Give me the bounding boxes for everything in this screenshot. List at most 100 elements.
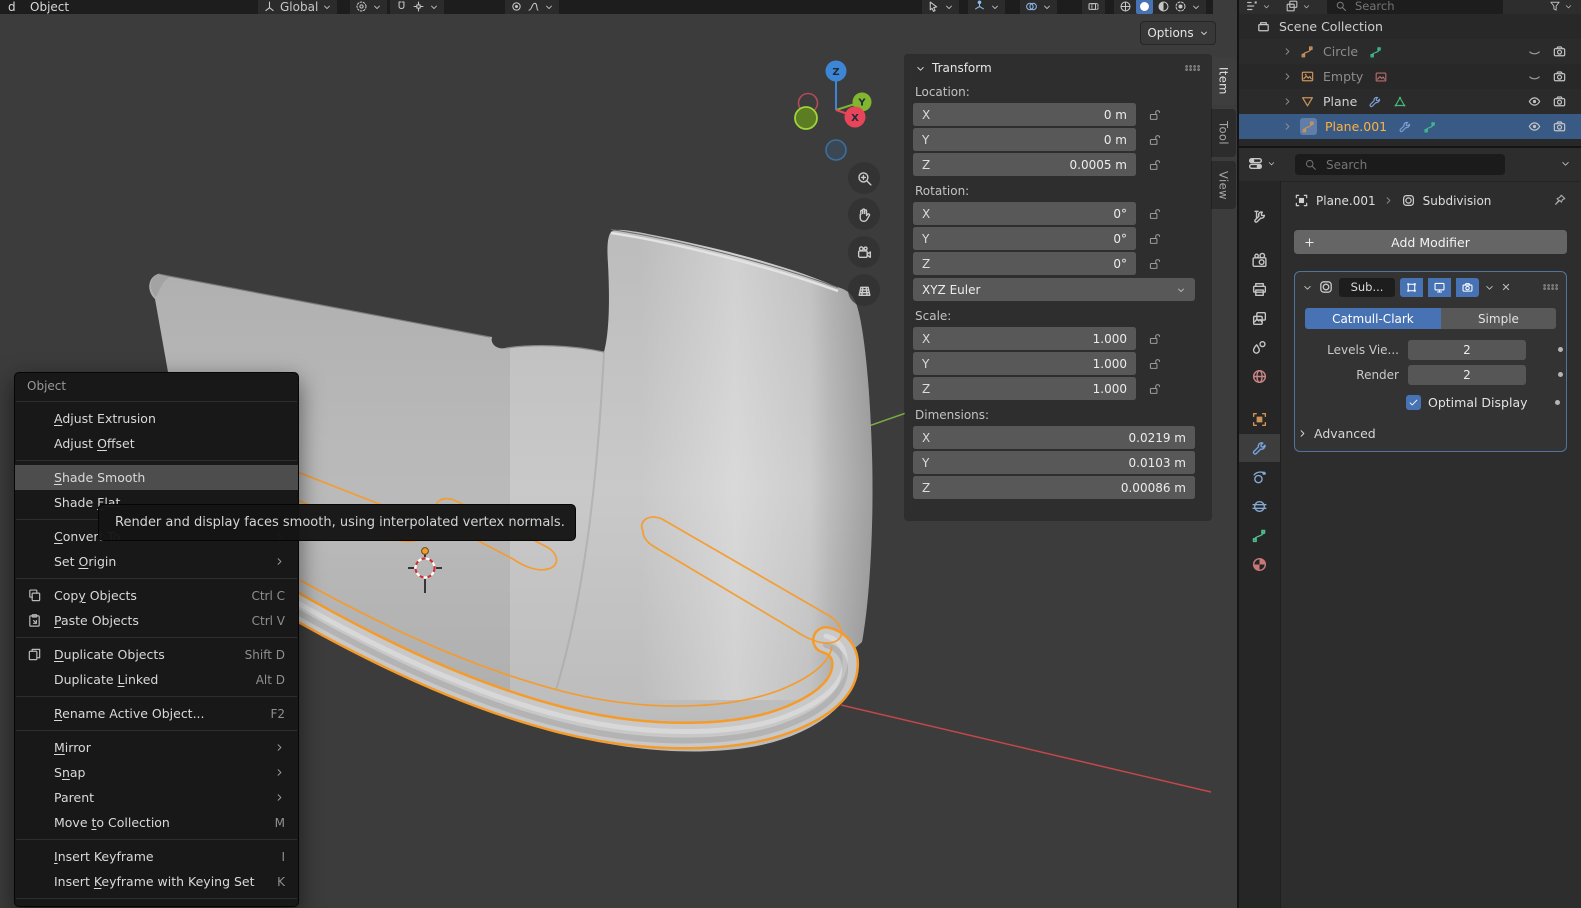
menu-item-paste-objects[interactable]: Paste ObjectsCtrl V [15,608,298,633]
transform-orientation-dropdown[interactable]: Global [258,0,337,14]
show-viewport-toggle[interactable] [1527,94,1542,109]
rendered-shading-icon[interactable] [1174,0,1187,13]
add-modifier-button[interactable]: Add Modifier [1294,230,1567,254]
properties-tab-physics[interactable] [1239,463,1280,491]
lock-toggle[interactable] [1148,332,1161,345]
sidebar-tab-tool[interactable]: Tool [1211,109,1236,157]
advanced-section-toggle[interactable]: Advanced [1297,426,1566,441]
menu-item-shade-smooth[interactable]: Shade Smooth [15,465,298,490]
outliner-search[interactable] [1327,0,1503,14]
show-overlays-dropdown[interactable] [1020,0,1057,14]
menu-item-mirror[interactable]: Mirror [15,735,298,760]
menu-item-insert-keyframe-with-keying-set[interactable]: Insert Keyframe with Keying SetK [15,869,298,894]
menu-item-rename-active-object[interactable]: Rename Active Object...F2 [15,701,298,726]
properties-tab-modifiers[interactable] [1239,434,1280,462]
disable-render-toggle[interactable] [1552,119,1567,134]
pin-icon[interactable] [1553,193,1567,207]
panel-drag-dots-icon[interactable] [1185,64,1201,72]
disclosure-chevron[interactable] [1282,121,1293,132]
menu-item-copy-objects[interactable]: Copy ObjectsCtrl C [15,583,298,608]
modifier-drag-dots-icon[interactable] [1543,283,1559,291]
outliner-row-circle[interactable]: Circle [1239,39,1581,64]
close-icon[interactable] [1500,281,1512,293]
properties-tab-material[interactable] [1239,550,1280,578]
properties-tab-scene[interactable] [1239,333,1280,361]
editor-type-dropdown[interactable] [1247,155,1276,172]
zoom-button[interactable] [848,162,880,194]
properties-tab-object[interactable] [1239,405,1280,433]
lock-toggle[interactable] [1148,207,1161,220]
breadcrumb-item[interactable]: Subdivision [1423,194,1492,208]
animate-dot[interactable] [1558,372,1563,377]
animate-dot[interactable] [1558,347,1563,352]
lock-toggle[interactable] [1148,158,1161,171]
render-display-toggle[interactable] [1456,278,1479,297]
value-field[interactable]: X0.0219 m [913,426,1195,449]
outliner-search-input[interactable] [1353,0,1467,14]
properties-tab-view-layer[interactable] [1239,304,1280,332]
outliner-display-mode-dropdown[interactable] [1245,0,1271,14]
properties-tab-constraints[interactable] [1239,492,1280,520]
hide-viewport-toggle[interactable] [1527,69,1542,84]
show-gizmo-dropdown[interactable] [968,0,1005,14]
properties-options-dropdown[interactable] [1560,158,1571,169]
perspective-toggle-button[interactable] [848,274,880,306]
outliner-row-empty[interactable]: Empty [1239,64,1581,89]
properties-search-input[interactable] [1324,157,1478,173]
pan-button[interactable] [848,198,880,230]
lock-toggle[interactable] [1148,257,1161,270]
editor-divider[interactable] [1239,146,1581,148]
proportional-editing-controls[interactable] [505,0,559,14]
object-name[interactable]: Circle [1323,44,1358,59]
lock-toggle[interactable] [1148,357,1161,370]
value-field[interactable]: Y0° [913,227,1136,250]
shading-mode-group[interactable] [1114,0,1206,14]
menu-item-set-origin[interactable]: Set Origin [15,549,298,574]
options-button[interactable]: Options [1140,21,1216,45]
optimal-display-checkbox[interactable] [1406,395,1421,410]
value-field[interactable]: X0° [913,202,1136,225]
value-field[interactable]: Z0° [913,252,1136,275]
value-field[interactable]: X1.000 [913,327,1136,350]
value-field[interactable]: Z0.0005 m [913,153,1136,176]
outliner-row-plane-001[interactable]: Plane.001 [1239,114,1581,139]
outliner-filter-dropdown[interactable] [1549,0,1573,14]
modifier-field-value[interactable]: 2 [1408,365,1526,385]
menu-item-move-to-collection[interactable]: Move to CollectionM [15,810,298,835]
outliner-row-scene-collection[interactable]: Scene Collection [1239,14,1581,39]
sidebar-tab-item[interactable]: Item [1211,57,1236,105]
chevron-down-icon[interactable] [915,63,926,74]
value-field[interactable]: Y0 m [913,128,1136,151]
properties-tab-object-data[interactable] [1239,521,1280,549]
properties-tab-render[interactable] [1239,246,1280,274]
value-field[interactable]: Z0.00086 m [913,476,1195,499]
outliner-filter-images-dropdown[interactable] [1285,0,1311,14]
animate-dot[interactable] [1555,400,1560,405]
lock-toggle[interactable] [1148,108,1161,121]
menu-item-adjust-extrusion[interactable]: Adjust Extrusion [15,406,298,431]
material-shading-icon[interactable] [1157,0,1170,13]
menu-item-snap[interactable]: Snap [15,760,298,785]
object-name[interactable]: Plane.001 [1325,119,1387,134]
lock-toggle[interactable] [1148,133,1161,146]
snap-controls[interactable] [390,0,444,14]
show-viewport-toggle[interactable] [1527,119,1542,134]
menu-object[interactable]: Object [24,0,75,14]
pivot-point-dropdown[interactable] [350,0,387,14]
modifier-field-value[interactable]: 2 [1408,340,1526,360]
value-field[interactable]: Y0.0103 m [913,451,1195,474]
modifier-name-field[interactable]: Sub... [1339,278,1395,297]
object-name[interactable]: Empty [1323,69,1363,84]
simple-button[interactable]: Simple [1441,308,1556,329]
menu-partial[interactable]: d [2,0,22,14]
hide-viewport-toggle[interactable] [1527,44,1542,59]
value-field[interactable]: Z1.000 [913,377,1136,400]
disclosure-chevron[interactable] [1282,46,1293,57]
modifier-extras-dropdown[interactable] [1484,282,1495,293]
solid-shading-icon[interactable] [1136,0,1153,14]
value-field[interactable]: Y1.000 [913,352,1136,375]
sidebar-tab-view[interactable]: View [1211,161,1236,209]
editmode-display-toggle[interactable] [1400,278,1423,297]
lock-toggle[interactable] [1148,382,1161,395]
properties-search[interactable] [1295,154,1505,175]
